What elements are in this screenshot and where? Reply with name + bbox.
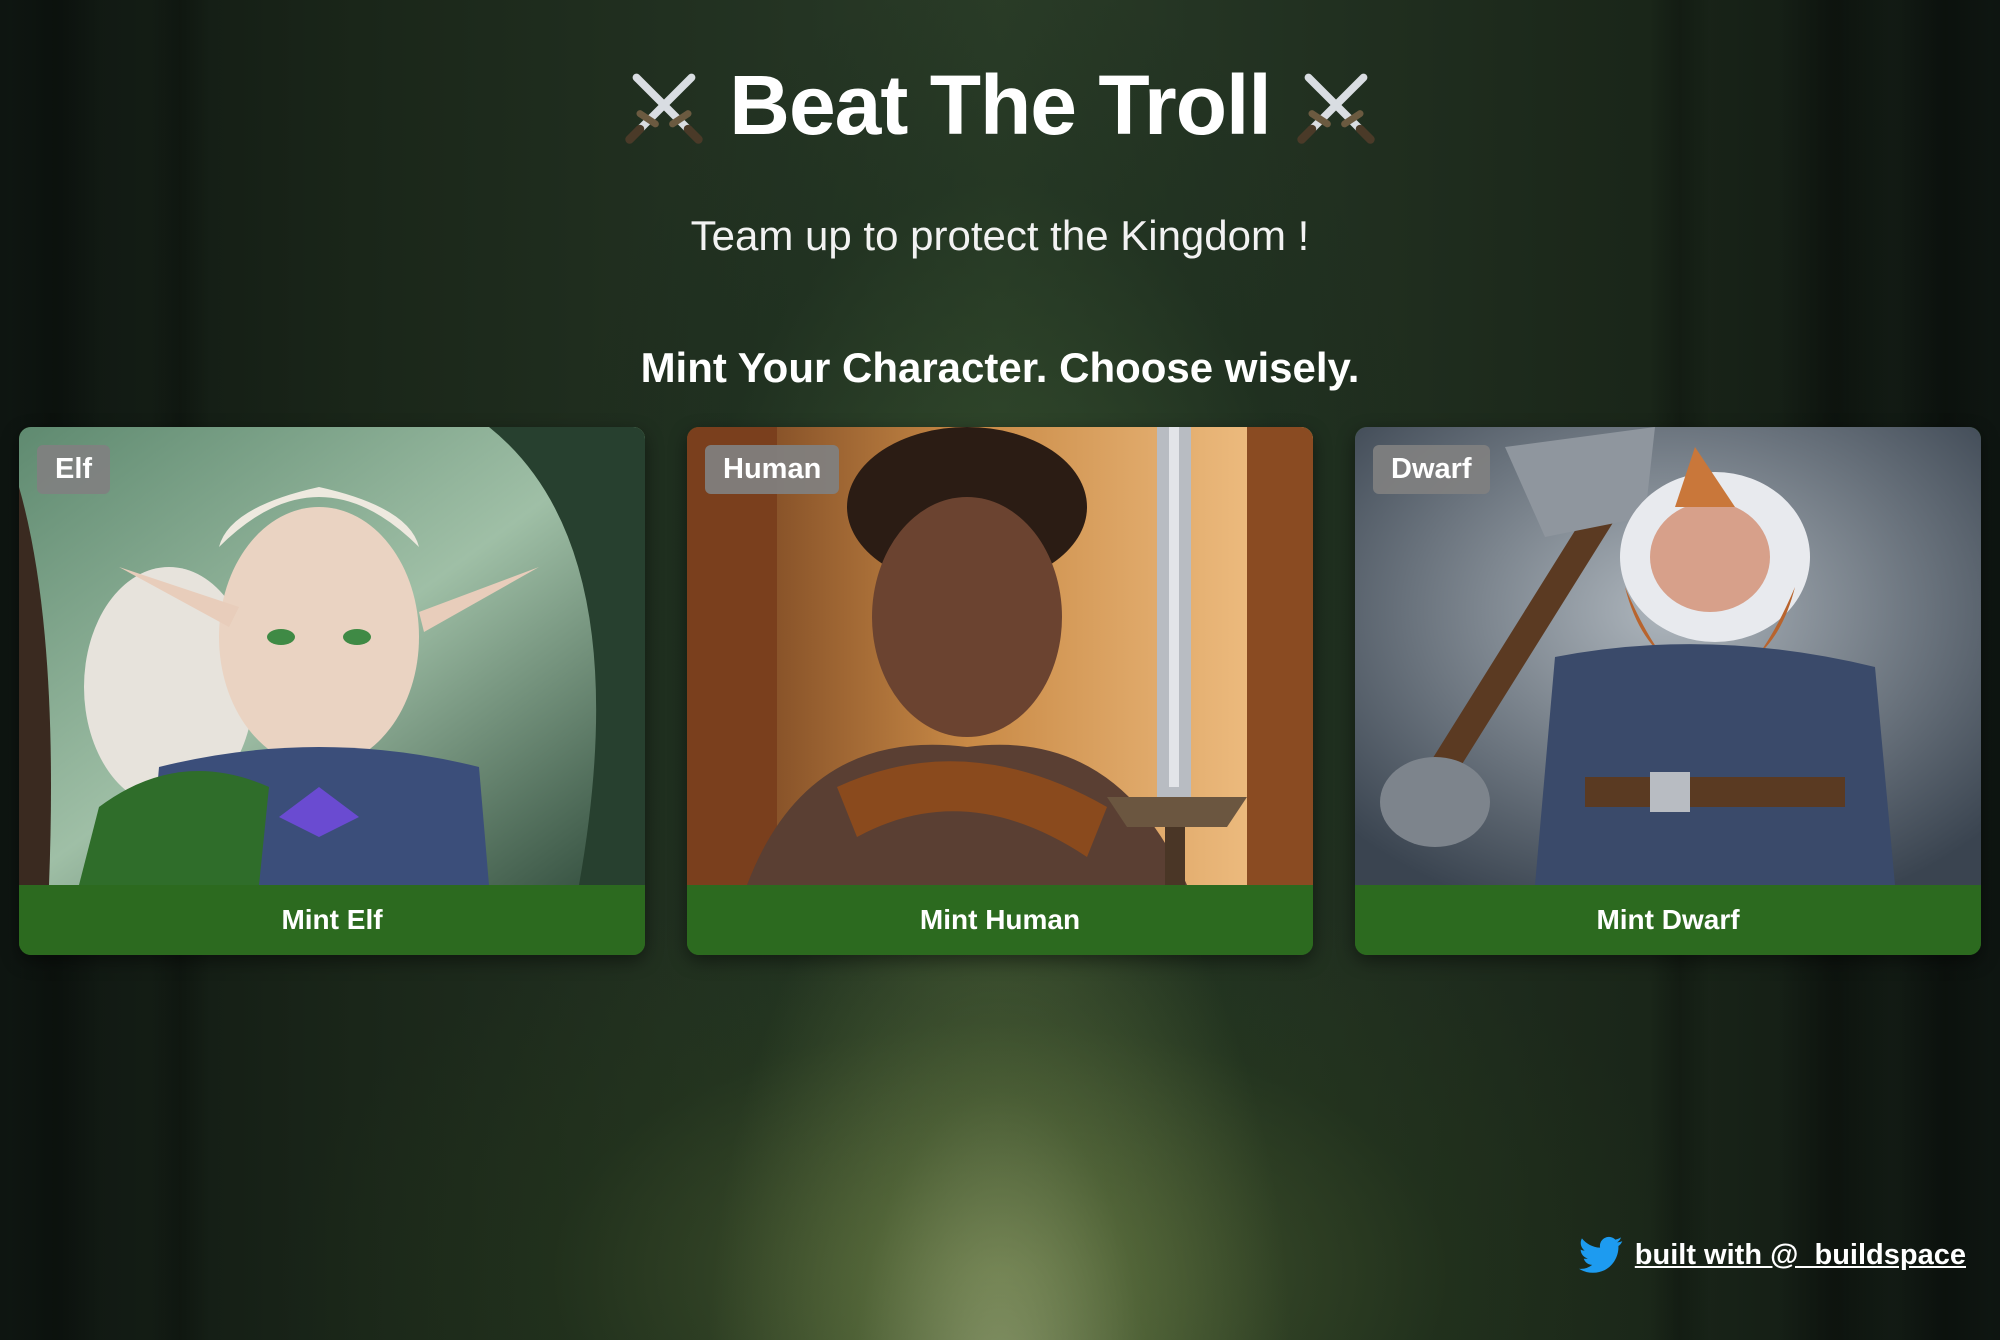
character-card-elf: Elf Mint Elf	[19, 427, 645, 955]
character-card-human: Human Mint Human	[687, 427, 1313, 955]
header: Beat The Troll	[0, 50, 2000, 160]
mint-heading: Mint Your Character. Choose wisely.	[640, 344, 1360, 391]
footer: built with @_buildspace	[1578, 1236, 1966, 1274]
character-badge: Human	[705, 445, 840, 494]
mint-human-button[interactable]: Mint Human	[687, 885, 1313, 955]
twitter-icon	[1578, 1236, 1623, 1274]
page-title: Beat The Troll	[729, 58, 1271, 152]
dwarf-portrait	[1355, 427, 1981, 885]
page-title-row: Beat The Troll	[621, 50, 1378, 160]
crossed-swords-icon	[621, 62, 707, 148]
mint-elf-button[interactable]: Mint Elf	[19, 885, 645, 955]
buildspace-link[interactable]: built with @_buildspace	[1635, 1239, 1966, 1272]
character-cards: Elf Mint Elf Human Mint Human Dwarf Mint…	[19, 427, 1981, 955]
character-card-dwarf: Dwarf Mint Dwarf	[1355, 427, 1981, 955]
elf-portrait	[19, 427, 645, 885]
mint-dwarf-button[interactable]: Mint Dwarf	[1355, 885, 1981, 955]
page-subtitle: Team up to protect the Kingdom !	[690, 212, 1310, 259]
character-badge: Elf	[37, 445, 111, 494]
character-badge: Dwarf	[1373, 445, 1490, 494]
crossed-swords-icon	[1293, 62, 1379, 148]
human-portrait	[687, 427, 1313, 885]
